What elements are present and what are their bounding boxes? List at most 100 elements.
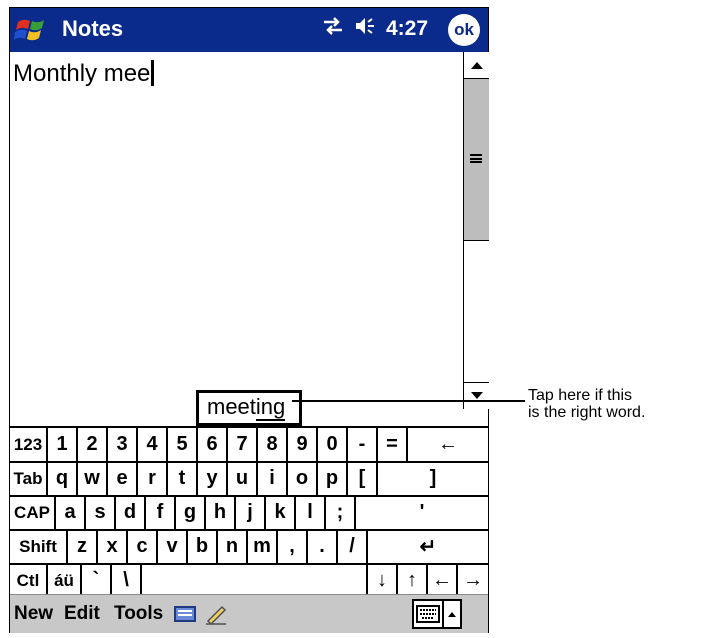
key-backspace[interactable]: ← <box>408 428 488 461</box>
key-slash[interactable]: / <box>338 530 368 563</box>
note-text: Monthly mee <box>13 60 151 87</box>
menu-edit[interactable]: Edit <box>64 603 100 625</box>
chevron-up-icon[interactable] <box>444 601 460 627</box>
soft-keyboard: 123 1 2 3 4 5 6 7 8 9 0 - = ← Tab q w e … <box>10 426 488 597</box>
key-tab[interactable]: Tab <box>10 462 48 495</box>
key-6[interactable]: 6 <box>198 428 228 461</box>
callout-text: Tap here if this is the right word. <box>528 387 645 421</box>
key-0[interactable]: 0 <box>318 428 348 461</box>
key-comma[interactable]: , <box>278 530 308 563</box>
key-b[interactable]: b <box>188 530 218 563</box>
key-e[interactable]: e <box>108 462 138 495</box>
keyboard-row-numbers: 123 1 2 3 4 5 6 7 8 9 0 - = ← <box>10 428 488 463</box>
key-arrow-up[interactable]: ↑ <box>398 564 428 597</box>
pen-icon[interactable] <box>204 603 228 630</box>
key-n[interactable]: n <box>218 530 248 563</box>
key-quote[interactable]: ' <box>356 496 488 529</box>
connectivity-icon[interactable] <box>322 17 344 41</box>
clock[interactable]: 4:27 <box>386 17 428 41</box>
menu-tools[interactable]: Tools <box>114 603 163 625</box>
windows-start-icon[interactable] <box>14 14 54 46</box>
key-l[interactable]: l <box>296 496 326 529</box>
keyboard-row-qwerty: Tab q w e r t y u i o p [ ] <box>10 462 488 497</box>
suggestion-completion: ing <box>255 394 286 421</box>
keyboard-row-bottom: Shift z x c v b n m , . / ↵ <box>10 530 488 565</box>
key-5[interactable]: 5 <box>168 428 198 461</box>
note-editor[interactable]: Monthly mee <box>13 60 155 88</box>
key-x[interactable]: x <box>98 530 128 563</box>
key-period[interactable]: . <box>308 530 338 563</box>
key-space[interactable] <box>142 564 368 597</box>
key-i[interactable]: i <box>258 462 288 495</box>
key-g[interactable]: g <box>176 496 206 529</box>
key-ctrl[interactable]: Ctl <box>10 564 48 597</box>
vertical-scrollbar[interactable] <box>463 52 489 409</box>
key-q[interactable]: q <box>48 462 78 495</box>
grip-icon <box>470 154 482 163</box>
key-3[interactable]: 3 <box>108 428 138 461</box>
menu-bar: New Edit Tools <box>10 594 488 633</box>
menu-new[interactable]: New <box>14 603 53 625</box>
key-r[interactable]: r <box>138 462 168 495</box>
key-accents[interactable]: áü <box>48 564 82 597</box>
key-2[interactable]: 2 <box>78 428 108 461</box>
key-v[interactable]: v <box>158 530 188 563</box>
input-selector[interactable] <box>412 599 462 629</box>
key-123[interactable]: 123 <box>10 428 48 461</box>
key-c[interactable]: c <box>128 530 158 563</box>
key-7[interactable]: 7 <box>228 428 258 461</box>
title-bar: Notes 4:27 ok <box>10 8 488 52</box>
key-j[interactable]: j <box>236 496 266 529</box>
callout-line-2: is the right word. <box>528 404 646 421</box>
scroll-down-icon[interactable] <box>464 382 489 409</box>
key-y[interactable]: y <box>198 462 228 495</box>
key-z[interactable]: z <box>68 530 98 563</box>
key-backtick[interactable]: ` <box>82 564 112 597</box>
scroll-thumb[interactable] <box>464 79 489 241</box>
key-semicolon[interactable]: ; <box>326 496 356 529</box>
key-k[interactable]: k <box>266 496 296 529</box>
keyboard-row-space: Ctl áü ` \ ↓ ↑ ← → <box>10 564 488 597</box>
word-suggestion[interactable]: meeting <box>196 390 302 426</box>
key-s[interactable]: s <box>86 496 116 529</box>
key-left-bracket[interactable]: [ <box>348 462 378 495</box>
key-minus[interactable]: - <box>348 428 378 461</box>
scroll-up-icon[interactable] <box>464 52 489 79</box>
key-shift[interactable]: Shift <box>10 530 68 563</box>
ok-icon: ok <box>454 20 474 39</box>
ok-button[interactable]: ok <box>448 14 480 46</box>
key-enter[interactable]: ↵ <box>368 530 488 563</box>
key-4[interactable]: 4 <box>138 428 168 461</box>
key-a[interactable]: a <box>56 496 86 529</box>
key-1[interactable]: 1 <box>48 428 78 461</box>
key-arrow-left[interactable]: ← <box>428 564 458 597</box>
note-area[interactable]: Monthly mee <box>10 52 463 409</box>
key-caps[interactable]: CAP <box>10 496 56 529</box>
status-area: 4:27 <box>322 16 428 42</box>
key-backslash[interactable]: \ <box>112 564 142 597</box>
pocket-pc-screen: Notes 4:27 ok Monthly mee meeting 123 1 <box>9 7 489 633</box>
keyboard-row-home: CAP a s d f g h j k l ; ' <box>10 496 488 531</box>
callout-line <box>292 400 525 402</box>
suggestion-prefix: meet <box>207 394 256 419</box>
key-d[interactable]: d <box>116 496 146 529</box>
key-h[interactable]: h <box>206 496 236 529</box>
key-right-bracket[interactable]: ] <box>378 462 488 495</box>
key-w[interactable]: w <box>78 462 108 495</box>
key-arrow-down[interactable]: ↓ <box>368 564 398 597</box>
key-u[interactable]: u <box>228 462 258 495</box>
key-arrow-right[interactable]: → <box>458 564 488 597</box>
key-p[interactable]: p <box>318 462 348 495</box>
key-equals[interactable]: = <box>378 428 408 461</box>
key-8[interactable]: 8 <box>258 428 288 461</box>
key-9[interactable]: 9 <box>288 428 318 461</box>
key-f[interactable]: f <box>146 496 176 529</box>
app-title: Notes <box>62 16 124 41</box>
input-panel-icon[interactable] <box>174 605 196 628</box>
key-m[interactable]: m <box>248 530 278 563</box>
keyboard-icon[interactable] <box>414 601 444 627</box>
speaker-icon[interactable] <box>354 16 376 42</box>
text-caret <box>151 60 155 86</box>
key-t[interactable]: t <box>168 462 198 495</box>
key-o[interactable]: o <box>288 462 318 495</box>
